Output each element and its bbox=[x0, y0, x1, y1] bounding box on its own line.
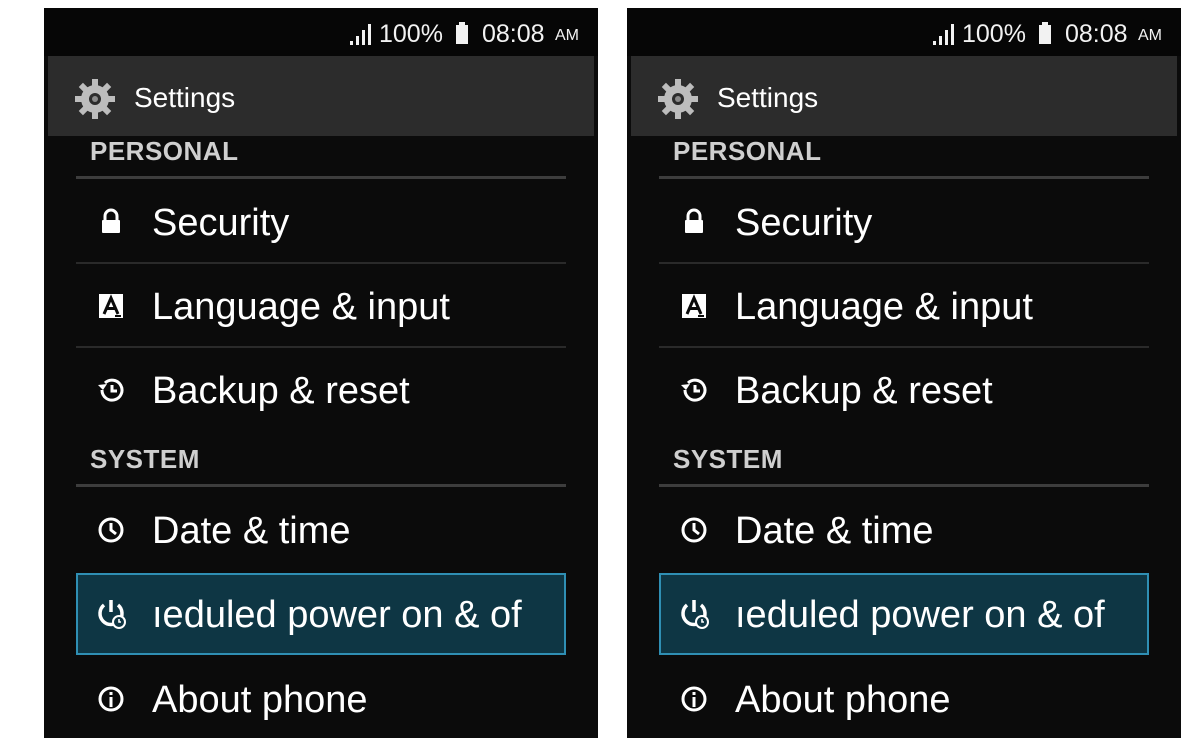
section-divider bbox=[76, 484, 566, 487]
settings-item-label: Date & time bbox=[152, 510, 351, 552]
section-divider bbox=[659, 484, 1149, 487]
info-icon bbox=[681, 686, 707, 712]
settings-item-backup-reset[interactable]: Backup & reset bbox=[659, 349, 1149, 431]
page-title: Settings bbox=[717, 82, 819, 113]
phone-screen-left: 100% 08:08 AM Settings PERSONAL Security… bbox=[44, 8, 598, 738]
settings-item-label: ıeduled power on & of bbox=[735, 594, 1105, 636]
settings-item-label: Language & input bbox=[735, 286, 1033, 328]
settings-gear-icon[interactable] bbox=[74, 78, 116, 120]
settings-item-about-phone[interactable]: About phone bbox=[659, 658, 1149, 738]
settings-item-language-input[interactable]: Language & input bbox=[659, 265, 1149, 347]
page-title: Settings bbox=[134, 82, 236, 113]
battery-icon bbox=[456, 22, 468, 44]
section-header-personal: PERSONAL bbox=[90, 136, 239, 166]
keyboard-a-icon bbox=[99, 294, 123, 318]
lock-icon bbox=[685, 208, 703, 233]
signal-icon bbox=[350, 24, 371, 45]
settings-item-security[interactable]: Security bbox=[76, 181, 566, 263]
settings-item-scheduled-power[interactable]: ıeduled power on & of bbox=[76, 573, 566, 655]
section-header-system: SYSTEM bbox=[90, 444, 200, 474]
clock-time: 08:08 bbox=[1065, 20, 1128, 48]
settings-item-label: Language & input bbox=[152, 286, 450, 328]
power-schedule-icon bbox=[681, 600, 709, 629]
settings-item-label: About phone bbox=[735, 679, 951, 721]
battery-percent: 100% bbox=[962, 20, 1026, 48]
row-divider bbox=[659, 346, 1149, 348]
settings-item-label: Backup & reset bbox=[735, 370, 993, 412]
lock-icon bbox=[102, 208, 120, 233]
restore-icon bbox=[98, 378, 124, 402]
row-divider bbox=[76, 346, 566, 348]
status-bar: 100% 08:08 AM bbox=[44, 8, 598, 56]
action-bar: Settings bbox=[631, 56, 1177, 136]
settings-item-label: Date & time bbox=[735, 510, 934, 552]
action-bar: Settings bbox=[48, 56, 594, 136]
row-divider bbox=[76, 262, 566, 264]
battery-icon bbox=[1039, 22, 1051, 44]
settings-item-label: Security bbox=[735, 202, 873, 244]
settings-item-label: Security bbox=[152, 202, 290, 244]
settings-item-label: Backup & reset bbox=[152, 370, 410, 412]
status-bar: 100% 08:08 AM bbox=[627, 8, 1181, 56]
clock-time: 08:08 bbox=[482, 20, 545, 48]
restore-icon bbox=[681, 378, 707, 402]
phone-screen-right: 100% 08:08 AM Settings PERSONAL Security… bbox=[627, 8, 1181, 738]
settings-item-backup-reset[interactable]: Backup & reset bbox=[76, 349, 566, 431]
section-divider bbox=[76, 176, 566, 179]
signal-icon bbox=[933, 24, 954, 45]
power-schedule-icon bbox=[98, 600, 126, 629]
clock-ampm: AM bbox=[1138, 27, 1162, 44]
settings-item-language-input[interactable]: Language & input bbox=[76, 265, 566, 347]
section-header-system: SYSTEM bbox=[673, 444, 783, 474]
settings-item-about-phone[interactable]: About phone bbox=[76, 658, 566, 738]
battery-percent: 100% bbox=[379, 20, 443, 48]
settings-item-security[interactable]: Security bbox=[659, 181, 1149, 263]
keyboard-a-icon bbox=[682, 294, 706, 318]
section-header-personal: PERSONAL bbox=[673, 136, 822, 166]
info-icon bbox=[98, 686, 124, 712]
clock-icon bbox=[681, 517, 707, 543]
settings-item-date-time[interactable]: Date & time bbox=[76, 489, 566, 571]
clock-icon bbox=[98, 517, 124, 543]
section-divider bbox=[659, 176, 1149, 179]
row-divider bbox=[659, 262, 1149, 264]
settings-item-label: About phone bbox=[152, 679, 368, 721]
clock-ampm: AM bbox=[555, 27, 579, 44]
settings-item-scheduled-power[interactable]: ıeduled power on & of bbox=[659, 573, 1149, 655]
settings-item-label: ıeduled power on & of bbox=[152, 594, 522, 636]
settings-gear-icon[interactable] bbox=[657, 78, 699, 120]
settings-item-date-time[interactable]: Date & time bbox=[659, 489, 1149, 571]
